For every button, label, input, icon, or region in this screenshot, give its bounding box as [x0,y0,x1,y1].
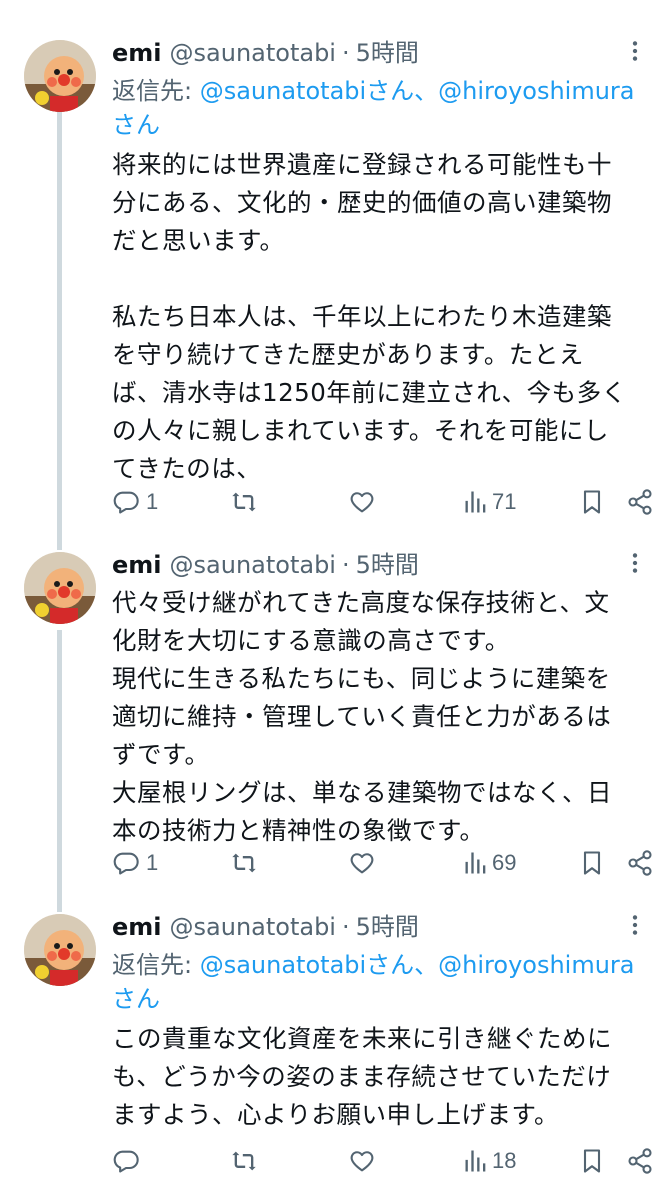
avatar-image [24,40,96,112]
action-bar: 1 69 [112,843,652,883]
separator-dot: · [341,913,350,941]
timestamp[interactable]: 5時間 [356,36,419,70]
replying-prefix: 返信先: [112,77,200,105]
tweet[interactable]: emi @saunatotabi · 5時間 返信先: @saunatotabi… [0,0,668,540]
replying-separator: 、 [414,77,439,105]
mention-link[interactable]: @saunatotabiさん [200,951,414,979]
share-icon [628,489,652,515]
action-bar: 18 [112,1141,652,1181]
more-icon [632,915,638,935]
tweet[interactable]: emi @saunatotabi · 5時間 代々受け継がれてきた高度な保存技術… [0,540,668,902]
reply-button[interactable]: 1 [112,482,158,522]
like-button[interactable] [348,482,376,522]
like-button[interactable] [348,1141,376,1181]
reply-count: 1 [146,850,159,875]
reply-icon [113,1150,139,1173]
user-handle[interactable]: @saunatotabi [170,548,336,582]
avatar[interactable] [24,914,96,986]
timestamp[interactable]: 5時間 [356,910,419,944]
reply-button[interactable]: 1 [112,843,158,883]
view-count: 18 [492,1148,517,1173]
share-icon [628,1148,652,1174]
heart-icon [350,492,374,513]
more-icon [632,41,638,61]
bookmark-button[interactable] [578,482,606,522]
bookmark-button[interactable] [578,843,606,883]
separator-dot: · [341,551,350,579]
share-button[interactable] [626,843,654,883]
replying-to: 返信先: @saunatotabiさん、@hiroyoshimuraさん [112,948,650,1016]
views-icon [465,1150,486,1172]
separator-dot: · [341,39,350,67]
more-button[interactable] [620,36,650,66]
replying-prefix: 返信先: [112,951,200,979]
avatar[interactable] [24,552,96,624]
display-name[interactable]: emi [112,910,162,944]
tweet-text: 将来的には世界遺産に登録される可能性も十 分にある、文化的・歴史的価値の高い建築… [112,150,627,483]
share-button[interactable] [626,482,654,522]
retweet-icon [232,1151,256,1171]
tweet[interactable]: emi @saunatotabi · 5時間 返信先: @saunatotabi… [0,902,668,1200]
avatar-image [24,552,96,624]
views-button[interactable]: 18 [462,1141,516,1181]
more-button[interactable] [620,548,650,578]
display-name[interactable]: emi [112,548,162,582]
tweet-header: emi @saunatotabi · 5時間 [112,548,650,582]
views-button[interactable]: 71 [462,482,516,522]
reply-button[interactable] [112,1141,146,1181]
user-handle[interactable]: @saunatotabi [170,910,336,944]
tweet-header: emi @saunatotabi · 5時間 [112,910,650,944]
reply-count: 1 [146,489,159,514]
views-icon [465,491,486,513]
view-count: 69 [492,850,517,875]
view-count: 71 [492,489,517,514]
views-button[interactable]: 69 [462,843,516,883]
more-icon [632,553,638,573]
bookmark-button[interactable] [578,1141,606,1181]
replying-to: 返信先: @saunatotabiさん、@hiroyoshimuraさん [112,74,650,142]
timestamp[interactable]: 5時間 [356,548,419,582]
reply-icon [113,852,139,875]
user-handle[interactable]: @saunatotabi [170,36,336,70]
like-button[interactable] [348,843,376,883]
retweet-button[interactable] [230,482,258,522]
retweet-icon [232,853,256,873]
views-icon [465,852,486,874]
avatar-image [24,914,96,986]
share-button[interactable] [626,1141,654,1181]
display-name[interactable]: emi [112,36,162,70]
heart-icon [350,853,374,874]
mention-link[interactable]: @saunatotabiさん [200,77,414,105]
retweet-button[interactable] [230,1141,258,1181]
retweet-icon [232,492,256,512]
bookmark-icon [583,490,601,514]
reply-icon [113,491,139,514]
replying-separator: 、 [414,951,439,979]
heart-icon [350,1151,374,1172]
bookmark-icon [583,851,601,875]
avatar[interactable] [24,40,96,112]
tweet-text: この貴重な文化資産を未来に引き継ぐために も、どうか今の姿のまま存続させていただ… [112,1024,612,1129]
share-icon [628,850,652,876]
more-button[interactable] [620,910,650,940]
retweet-button[interactable] [230,843,258,883]
tweet-header: emi @saunatotabi · 5時間 [112,36,650,70]
action-bar: 1 71 [112,482,652,522]
tweet-text: 代々受け継がれてきた高度な保存技術と、文 化財を大切にする意識の高さです。 現代… [112,588,612,845]
bookmark-icon [583,1149,601,1173]
